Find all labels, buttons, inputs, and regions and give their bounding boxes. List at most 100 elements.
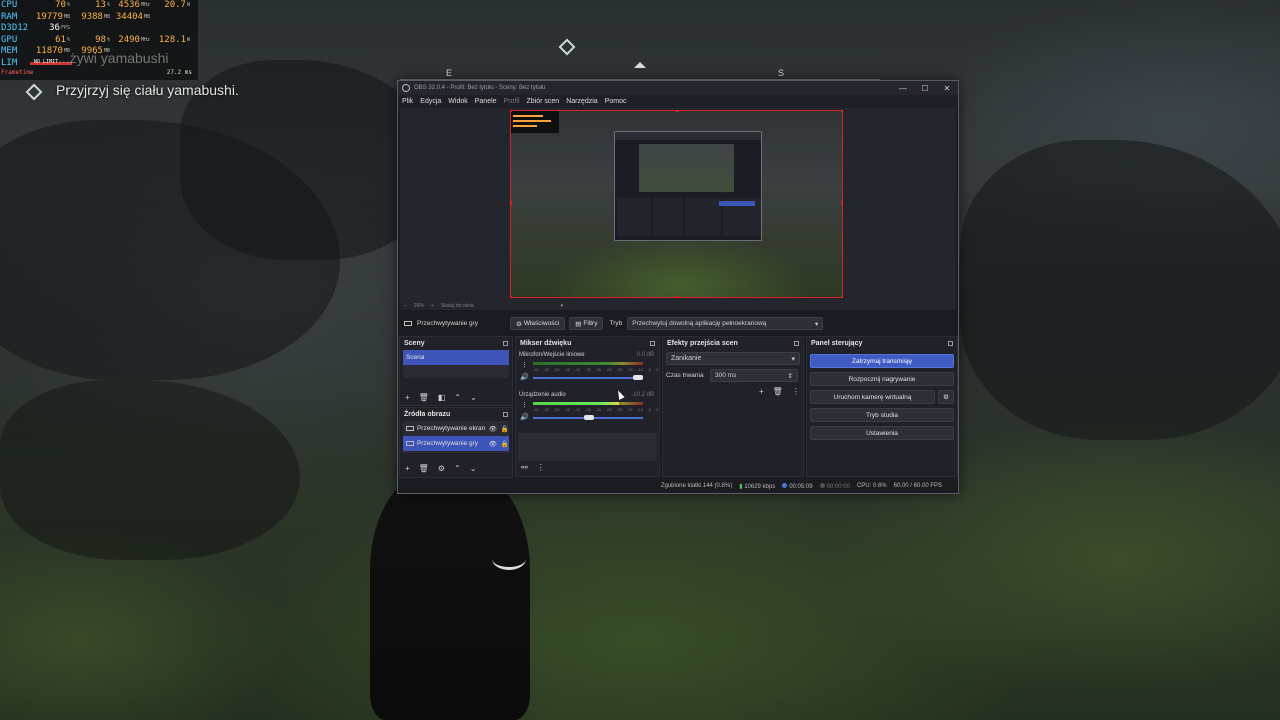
resize-handle[interactable]	[675, 296, 679, 297]
virtual-camera-settings-button[interactable]: ⚙	[938, 390, 954, 404]
spinner-icon[interactable]: ⇕	[788, 372, 793, 380]
preview-canvas[interactable]	[510, 110, 843, 298]
trash-icon[interactable]: 🗑	[419, 464, 429, 473]
undock-icon[interactable]	[503, 412, 508, 417]
performance-overlay: CPU 70% 13% 4536MHz 20.7W RAM 19779MB 9388MB 344…	[0, 0, 198, 80]
start-recording-button[interactable]: Rozpocznij nagrywanie	[810, 372, 954, 386]
menu-scene-collection[interactable]: Zbiór scen	[527, 98, 560, 105]
undock-icon[interactable]	[794, 341, 799, 346]
kebab-menu-icon[interactable]: ⋮	[521, 401, 528, 409]
duration-input[interactable]: 300 ms ⇕	[710, 369, 798, 382]
meter-tick: -60	[533, 407, 539, 412]
speaker-icon[interactable]: 🔊	[520, 373, 529, 381]
trash-icon[interactable]: 🗑	[773, 387, 783, 396]
link-icon[interactable]: ⚯	[521, 463, 528, 472]
transitions-header: Efekty przejścia scen	[663, 337, 803, 350]
resize-handle[interactable]	[511, 111, 512, 112]
maximize-button[interactable]: ☐	[914, 84, 936, 93]
resize-handle[interactable]	[675, 111, 679, 112]
meter-tick: -45	[564, 367, 570, 372]
speaker-icon[interactable]: 🔊	[520, 413, 529, 421]
resize-handle[interactable]	[511, 296, 512, 297]
collapse-chevron-icon[interactable]: ▾	[561, 303, 564, 309]
add-icon[interactable]: +	[405, 393, 410, 402]
meter-tick: -55	[543, 367, 550, 372]
title-bar[interactable]: OBS 32.0.4 - Profil: Bez tytułu - Sceny:…	[398, 81, 958, 95]
quest-objective: Przyjrzyj się ciału yamabushi.	[56, 82, 239, 98]
resize-handle[interactable]	[841, 296, 842, 297]
slider-knob[interactable]	[583, 415, 594, 420]
obs-window[interactable]: OBS 32.0.4 - Profil: Bez tytułu - Sceny:…	[397, 80, 959, 494]
undock-icon[interactable]	[503, 341, 508, 346]
capture-mode-select[interactable]: Przechwytuj dowolną aplikację pełnoekran…	[627, 317, 824, 330]
hud-label: D3D12	[1, 23, 29, 33]
menu-profile[interactable]: Profil	[504, 98, 520, 105]
meter-tick: -25	[605, 367, 612, 372]
meter-tick: -40	[574, 407, 581, 412]
menu-edit[interactable]: Edycja	[420, 98, 441, 105]
nested-dock	[719, 198, 761, 236]
volume-slider[interactable]	[533, 375, 643, 380]
filters-button[interactable]: ▤ Filtry	[569, 317, 604, 330]
chevron-down-icon: ▾	[814, 320, 819, 328]
trash-icon[interactable]: 🗑	[419, 393, 429, 402]
source-item[interactable]: Przechwytywanie ekran 👁 🔒	[403, 421, 509, 436]
undock-icon[interactable]	[948, 341, 953, 346]
slider-knob[interactable]	[633, 375, 643, 380]
studio-mode-button[interactable]: Tryb studia	[810, 408, 954, 422]
scenes-title: Sceny	[404, 340, 425, 347]
add-icon[interactable]: +	[405, 464, 410, 473]
chevron-up-icon[interactable]: ⌃	[454, 393, 461, 402]
fit-to-window-button[interactable]: Skaluj do okna	[441, 303, 474, 309]
transition-select[interactable]: Zanikanie ▾	[666, 352, 800, 365]
kebab-menu-icon[interactable]: ⋮	[537, 463, 545, 472]
minimize-button[interactable]: —	[892, 84, 914, 93]
add-icon[interactable]: +	[759, 387, 764, 396]
meter-fill	[533, 402, 619, 405]
menu-view[interactable]: Widok	[448, 98, 467, 105]
resize-handle[interactable]	[841, 201, 842, 205]
volume-slider[interactable]	[533, 415, 643, 420]
source-item[interactable]: Przechwytywanie gry 👁 🔒	[403, 436, 509, 451]
zoom-in-button[interactable]: +	[431, 303, 434, 309]
hud-label: CPU	[1, 0, 18, 10]
chevron-up-icon[interactable]: ⌃	[454, 464, 461, 473]
thumbnail-line	[513, 115, 543, 117]
eye-icon[interactable]: 👁	[489, 440, 497, 448]
filter-icon[interactable]: ◧	[438, 393, 446, 402]
resize-handle[interactable]	[841, 111, 842, 112]
scene-item[interactable]: Scena	[403, 350, 509, 365]
close-button[interactable]: ✕	[936, 84, 958, 93]
source-toolbar: Przechwytywanie gry ⚙ Właściwości ▤ Filt…	[400, 314, 956, 333]
preview-area[interactable]	[400, 108, 956, 301]
start-virtual-camera-button[interactable]: Uruchom kamerę wirtualną	[810, 390, 935, 404]
hud-unit: MHz	[140, 2, 150, 8]
track-db: -10.2 dB	[631, 392, 654, 398]
eye-icon[interactable]: 👁	[489, 425, 497, 433]
menu-docks[interactable]: Panele	[475, 98, 497, 105]
gear-icon[interactable]: ⚙	[438, 464, 445, 473]
stop-streaming-button[interactable]: Zatrzymaj transmisję	[810, 354, 954, 368]
menu-tools[interactable]: Narzędzia	[566, 98, 598, 105]
resize-handle[interactable]	[511, 201, 512, 205]
mixer-header: Mikser dźwięku	[516, 337, 659, 350]
settings-button[interactable]: Ustawienia	[810, 426, 954, 440]
signal-icon: ▮	[739, 483, 743, 490]
kebab-menu-icon[interactable]: ⋮	[792, 387, 800, 396]
meter-tick: -35	[585, 367, 591, 372]
thumbnail-line	[513, 120, 551, 122]
kebab-menu-icon[interactable]: ⋮	[521, 361, 528, 369]
meter-tick: -55	[543, 407, 550, 412]
lock-icon[interactable]: 🔒	[501, 425, 509, 433]
hud-unit: W	[186, 36, 190, 43]
undock-icon[interactable]	[650, 341, 655, 346]
menu-file[interactable]: Plik	[402, 98, 413, 105]
chevron-down-icon[interactable]: ⌄	[470, 393, 477, 402]
lock-icon[interactable]: 🔒	[501, 440, 509, 448]
menu-help[interactable]: Pomoc	[605, 98, 627, 105]
meter-scale: -60 -55 -50 -45 -40 -35 -30 -25 -20 -15 -10 -5 0	[533, 407, 658, 412]
audio-mixer-dock: Mikser dźwięku Mikrofon/Wejście liniowe …	[515, 336, 660, 477]
chevron-down-icon[interactable]: ⌄	[470, 464, 477, 473]
properties-button[interactable]: ⚙ Właściwości	[510, 317, 566, 330]
zoom-out-button[interactable]: −	[404, 303, 407, 309]
